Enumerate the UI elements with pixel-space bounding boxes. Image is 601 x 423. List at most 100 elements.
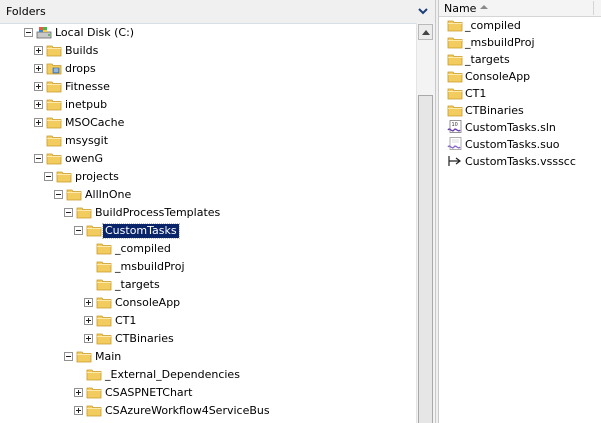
expand-icon[interactable]: [84, 316, 93, 325]
expand-icon[interactable]: [34, 82, 43, 91]
folder-icon: [46, 151, 62, 165]
svg-text:10: 10: [452, 122, 458, 128]
folder-icon: [76, 205, 92, 219]
collapse-icon[interactable]: [64, 352, 73, 361]
collapse-icon[interactable]: [54, 190, 63, 199]
tree-node-label: inetpub: [65, 98, 108, 111]
tree-node-label: _targets: [115, 278, 160, 291]
folder-icon: [96, 313, 112, 327]
folders-title: Folders: [6, 5, 46, 18]
tree-node-label: Local Disk (C:): [55, 26, 135, 39]
tree-node[interactable]: Main: [0, 348, 415, 366]
tree-node[interactable]: CSASPNETChart: [0, 384, 415, 402]
tree-node-label: CTBinaries: [115, 332, 174, 345]
file-name: CT1: [465, 87, 487, 100]
solution-file-icon: 10: [447, 120, 463, 134]
tree-node[interactable]: msysgit: [0, 132, 415, 150]
tree-node[interactable]: CustomTasks: [0, 222, 415, 240]
tree-node[interactable]: BuildProcessTemplates: [0, 204, 415, 222]
scroll-up-button[interactable]: [418, 24, 433, 40]
file-name: ConsoleApp: [465, 70, 531, 83]
tree-node[interactable]: _targets: [0, 276, 415, 294]
tree-node-label: CustomTasks: [102, 223, 180, 239]
tree-node[interactable]: CT1: [0, 312, 415, 330]
folder-icon: [46, 79, 62, 93]
name-column-label: Name: [444, 2, 477, 15]
collapse-icon[interactable]: [44, 172, 53, 181]
tree-node[interactable]: _msbuildProj: [0, 258, 415, 276]
tree-node-label: Fitnesse: [65, 80, 110, 93]
tree-node[interactable]: inetpub: [0, 96, 415, 114]
folders-pane: Folders Local Disk (C:) Builds drops Fitnes…: [0, 0, 435, 423]
folder-icon: [46, 43, 62, 57]
folder-icon: [96, 331, 112, 345]
tree-node[interactable]: _External_Dependencies: [0, 366, 415, 384]
tree-node-label: _compiled: [115, 242, 171, 255]
tree-node-label: owenG: [65, 152, 103, 165]
expand-icon[interactable]: [74, 388, 83, 397]
file-name: _compiled: [465, 19, 521, 32]
tree-node-label: _External_Dependencies: [105, 368, 240, 381]
tree-node[interactable]: projects: [0, 168, 415, 186]
folder-icon: [46, 133, 62, 147]
column-separator[interactable]: [593, 1, 594, 15]
name-column-header[interactable]: Name: [439, 0, 601, 17]
tree-node-label: ConsoleApp: [115, 296, 181, 309]
collapse-icon[interactable]: [74, 226, 83, 235]
tree-node-label: Builds: [65, 44, 99, 57]
tree-node[interactable]: Fitnesse: [0, 78, 415, 96]
expand-icon[interactable]: [74, 406, 83, 415]
chevron-down-icon[interactable]: [416, 4, 430, 18]
tree-scrollbar[interactable]: [416, 23, 435, 423]
tree-node-label: CT1: [115, 314, 137, 327]
expand-icon[interactable]: [34, 46, 43, 55]
tree-node-label: drops: [65, 62, 96, 75]
tree-node[interactable]: CSAzureWorkflow4ServiceBus: [0, 402, 415, 420]
folder-icon: [86, 367, 102, 381]
tree-node-label: BuildProcessTemplates: [95, 206, 221, 219]
tree-node-label: Main: [95, 350, 122, 363]
tree-node-label: CSAzureWorkflow4ServiceBus: [105, 404, 270, 417]
tree-node[interactable]: drops: [0, 60, 415, 78]
drive-icon: [36, 25, 52, 39]
scroll-thumb[interactable]: [418, 95, 433, 423]
tree-node[interactable]: Local Disk (C:): [0, 24, 415, 42]
tree-node-label: CSASPNETChart: [105, 386, 193, 399]
collapse-icon[interactable]: [64, 208, 73, 217]
tree-node[interactable]: ConsoleApp: [0, 294, 415, 312]
tree-node[interactable]: owenG: [0, 150, 415, 168]
folder-icon: [46, 115, 62, 129]
tree-node[interactable]: AllInOne: [0, 186, 415, 204]
expand-icon[interactable]: [84, 298, 93, 307]
tree-node-label: _msbuildProj: [115, 260, 185, 273]
tree-node-label: MSOCache: [65, 116, 125, 129]
collapse-icon[interactable]: [34, 154, 43, 163]
file-name: CustomTasks.vssscc: [465, 155, 576, 168]
tree-node-label: msysgit: [65, 134, 109, 147]
tree-node-label: projects: [75, 170, 119, 183]
expand-icon[interactable]: [34, 64, 43, 73]
tree-node[interactable]: CTBinaries: [0, 330, 415, 348]
folder-icon: [447, 103, 463, 117]
folder-icon: [96, 241, 112, 255]
folder-icon: [447, 86, 463, 100]
folder-icon: [66, 187, 82, 201]
folder-icon: [96, 277, 112, 291]
contents-pane: Name _compiled _msbuildProj _targets Consol…: [439, 0, 601, 423]
tree-node[interactable]: Builds: [0, 42, 415, 60]
folder-icon: [76, 349, 92, 363]
shared-folder-icon: [46, 61, 62, 75]
expand-icon[interactable]: [34, 118, 43, 127]
expand-icon[interactable]: [34, 100, 43, 109]
folder-icon: [96, 259, 112, 273]
tree-node[interactable]: _compiled: [0, 240, 415, 258]
collapse-icon[interactable]: [24, 28, 33, 37]
tree-node[interactable]: MSOCache: [0, 114, 415, 132]
folder-icon: [86, 385, 102, 399]
file-name: CTBinaries: [465, 104, 524, 117]
sort-ascending-icon: [480, 5, 488, 9]
folder-icon: [86, 403, 102, 417]
expand-icon[interactable]: [84, 334, 93, 343]
folder-icon: [447, 35, 463, 49]
folder-icon: [96, 295, 112, 309]
